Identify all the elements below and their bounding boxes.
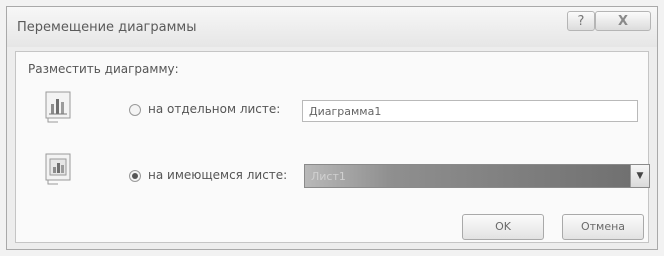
sheet-select-value: Лист1 <box>311 170 346 183</box>
new-sheet-name-input[interactable] <box>302 100 638 122</box>
embedded-chart-icon <box>44 152 74 186</box>
chart-sheet-icon <box>44 90 74 124</box>
sheet-select[interactable]: Лист1 ▼ <box>304 164 650 188</box>
cancel-button[interactable]: Отмена <box>562 214 644 240</box>
dialog-content: Разместить диаграмму: на отдельном листе… <box>15 51 650 243</box>
new-sheet-radio[interactable] <box>129 104 141 116</box>
ok-button[interactable]: OK <box>462 214 544 240</box>
new-sheet-label: на отдельном листе: <box>148 102 281 116</box>
placement-group-label: Разместить диаграмму: <box>28 62 179 76</box>
help-button[interactable]: ? <box>567 11 595 31</box>
existing-sheet-label: на имеющемся листе: <box>148 168 288 182</box>
dialog-title: Перемещение диаграммы <box>17 20 197 35</box>
existing-sheet-radio[interactable] <box>129 170 141 182</box>
chevron-down-icon[interactable]: ▼ <box>630 165 649 187</box>
move-chart-dialog: Перемещение диаграммы ? X Разместить диа… <box>6 6 658 250</box>
close-button[interactable]: X <box>595 11 651 31</box>
title-bar: Перемещение диаграммы ? X <box>7 7 657 47</box>
